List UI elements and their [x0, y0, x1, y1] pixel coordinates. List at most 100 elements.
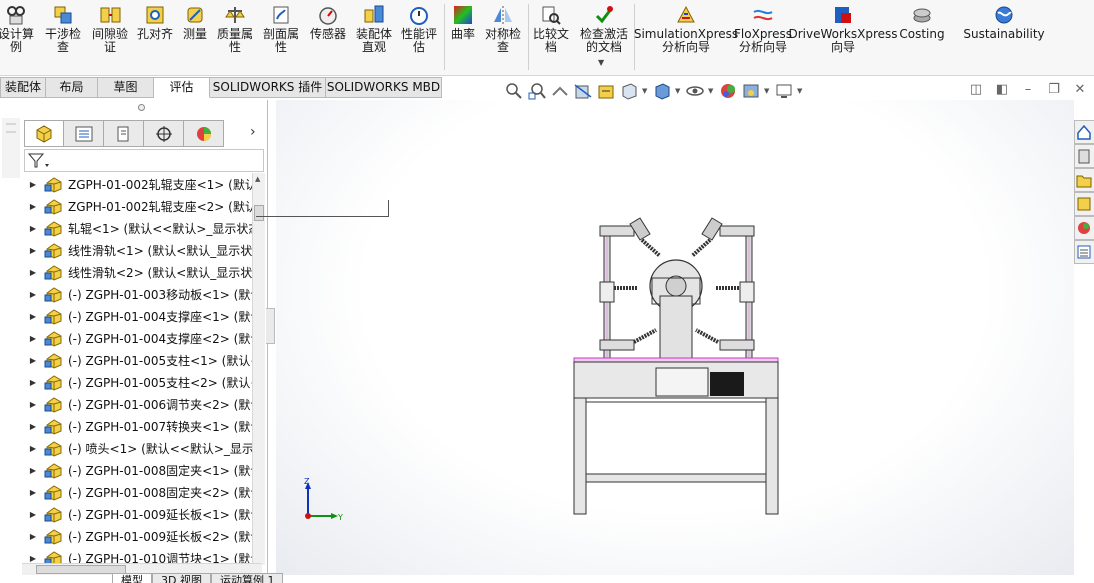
previous-pane-icon[interactable]: ◫: [968, 82, 984, 97]
curvature-button[interactable]: 曲率: [448, 4, 478, 41]
hole-alignment-button[interactable]: 孔对齐: [134, 4, 176, 41]
tree-row[interactable]: ▶ 线性滑轨<1> (默认<默认_显示状态: [24, 239, 252, 261]
featuremanager-tab[interactable]: [24, 120, 64, 147]
measure-button[interactable]: 测量: [178, 4, 212, 41]
expand-arrow-icon[interactable]: ▶: [26, 356, 40, 365]
tree-row[interactable]: ▶ (-) ZGPH-01-003移动板<1> (默认: [24, 283, 252, 305]
tree-row[interactable]: ▶ (-) ZGPH-01-009延长板<1> (默认: [24, 503, 252, 525]
tab-layout[interactable]: 布局: [46, 77, 98, 98]
propertymanager-tab[interactable]: [64, 120, 104, 147]
view-settings-icon[interactable]: [774, 81, 794, 101]
tree-row[interactable]: ▶ 轧辊<1> (默认<<默认>_显示状态: [24, 217, 252, 239]
tree-row[interactable]: ▶ (-) ZGPH-01-008固定夹<1> (默认: [24, 459, 252, 481]
floxpress-button[interactable]: FloXpress 分析向导: [734, 4, 792, 54]
edit-appearance-icon[interactable]: [718, 81, 738, 101]
filter-icon[interactable]: [27, 152, 51, 170]
custom-properties-icon[interactable]: [1074, 240, 1094, 264]
displaymanager-tab[interactable]: [184, 120, 224, 147]
dimxpertmanager-tab[interactable]: [144, 120, 184, 147]
simulationxpress-button[interactable]: SimulationXpress 分析向导: [634, 4, 738, 54]
appearances-icon[interactable]: [1074, 216, 1094, 240]
expand-arrow-icon[interactable]: ▶: [26, 444, 40, 453]
expand-arrow-icon[interactable]: ▶: [26, 290, 40, 299]
tree-row[interactable]: ▶ ZGPH-01-002轧辊支座<2> (默认: [24, 195, 252, 217]
view-palette-icon[interactable]: [1074, 192, 1094, 216]
chevron-right-icon[interactable]: ›: [250, 124, 256, 140]
expand-arrow-icon[interactable]: ▶: [26, 400, 40, 409]
previous-view-icon[interactable]: [550, 81, 570, 101]
tab-evaluate[interactable]: 评估: [154, 77, 210, 98]
expand-arrow-icon[interactable]: ▶: [26, 378, 40, 387]
next-pane-icon[interactable]: ◧: [994, 82, 1010, 97]
expand-arrow-icon[interactable]: ▶: [26, 488, 40, 497]
minimize-icon[interactable]: –: [1020, 82, 1036, 97]
expand-arrow-icon[interactable]: ▶: [26, 224, 40, 233]
expand-arrow-icon[interactable]: ▶: [26, 422, 40, 431]
expand-arrow-icon[interactable]: ▶: [26, 554, 40, 563]
check-active-doc-button[interactable]: 检查激活 的文档: [576, 4, 632, 54]
zoom-area-icon[interactable]: [527, 81, 547, 101]
tab-solidworks-addins[interactable]: SOLIDWORKS 插件: [210, 77, 326, 98]
performance-eval-button[interactable]: 性能评 估: [398, 4, 440, 54]
configurationmanager-tab[interactable]: [104, 120, 144, 147]
chevron-down-icon[interactable]: ▼: [797, 87, 804, 95]
section-view-icon[interactable]: [573, 81, 593, 101]
clearance-verify-button[interactable]: 间隙验 证: [88, 4, 132, 54]
hide-show-items-icon[interactable]: [685, 81, 705, 101]
expand-arrow-icon[interactable]: ▶: [26, 312, 40, 321]
design-library-icon[interactable]: [1074, 144, 1094, 168]
expand-arrow-icon[interactable]: ▶: [26, 532, 40, 541]
tree-row[interactable]: ▶ ZGPH-01-002轧辊支座<1> (默认: [24, 173, 252, 195]
display-style-icon[interactable]: [652, 81, 672, 101]
chevron-down-icon[interactable]: ▼: [642, 87, 649, 95]
assembly-model[interactable]: [570, 212, 782, 516]
scroll-up-icon[interactable]: ▲: [255, 175, 260, 183]
home-icon[interactable]: [1074, 120, 1094, 144]
restore-icon[interactable]: ❐: [1046, 82, 1062, 97]
tab-assembly[interactable]: 装配体: [0, 77, 46, 98]
tree-row[interactable]: ▶ (-) ZGPH-01-007转换夹<1> (默认: [24, 415, 252, 437]
sensor-button[interactable]: 传感器: [306, 4, 350, 41]
interference-check-button[interactable]: 干涉检 查: [42, 4, 84, 54]
mass-properties-button[interactable]: 质量属 性: [214, 4, 256, 54]
chevron-down-icon[interactable]: ▼: [598, 58, 604, 67]
section-properties-button[interactable]: 剖面属 性: [260, 4, 302, 54]
view-orientation-icon[interactable]: [619, 81, 639, 101]
tree-vertical-scrollbar[interactable]: ▲: [252, 173, 265, 565]
expand-arrow-icon[interactable]: ▶: [26, 510, 40, 519]
dynamic-annotation-icon[interactable]: [596, 81, 616, 101]
tree-row[interactable]: ▶ (-) ZGPH-01-005支柱<1> (默认<: [24, 349, 252, 371]
tab-motion-study[interactable]: 运动算例 1: [210, 573, 284, 583]
tree-row[interactable]: ▶ (-) ZGPH-01-005支柱<2> (默认<: [24, 371, 252, 393]
tree-row[interactable]: ▶ (-) ZGPH-01-006调节夹<2> (默认: [24, 393, 252, 415]
tree-row[interactable]: ▶ (-) ZGPH-01-008固定夹<2> (默认: [24, 481, 252, 503]
expand-arrow-icon[interactable]: ▶: [26, 202, 40, 211]
chevron-down-icon[interactable]: ▼: [708, 87, 715, 95]
panel-collapse-handle[interactable]: [266, 308, 275, 344]
zoom-to-fit-icon[interactable]: [504, 81, 524, 101]
expand-arrow-icon[interactable]: ▶: [26, 268, 40, 277]
tree-filter-bar[interactable]: [24, 149, 264, 172]
assembly-visualization-button[interactable]: 装配体 直观: [352, 4, 396, 54]
tab-model[interactable]: 模型: [112, 573, 152, 583]
file-explorer-icon[interactable]: [1074, 168, 1094, 192]
tab-solidworks-mbd[interactable]: SOLIDWORKS MBD: [326, 77, 442, 98]
tab-3d-views[interactable]: 3D 视图: [152, 573, 211, 583]
tree-row[interactable]: ▶ (-) ZGPH-01-009延长板<2> (默认: [24, 525, 252, 547]
tree-row[interactable]: ▶ (-) 喷头<1> (默认<<默认>_显示状: [24, 437, 252, 459]
expand-arrow-icon[interactable]: ▶: [26, 334, 40, 343]
expand-arrow-icon[interactable]: ▶: [26, 466, 40, 475]
tree-row[interactable]: ▶ 线性滑轨<2> (默认<默认_显示状态: [24, 261, 252, 283]
chevron-down-icon[interactable]: ▼: [764, 87, 771, 95]
sustainability-button[interactable]: Sustainability: [963, 4, 1045, 41]
compare-documents-button[interactable]: 比较文 档: [530, 4, 572, 54]
design-calc-button[interactable]: 设计算 例: [0, 4, 38, 54]
costing-button[interactable]: Costing: [898, 4, 946, 41]
expand-arrow-icon[interactable]: ▶: [26, 246, 40, 255]
tab-sketch[interactable]: 草图: [98, 77, 154, 98]
apply-scene-icon[interactable]: [741, 81, 761, 101]
chevron-down-icon[interactable]: ▼: [675, 87, 682, 95]
driveworksxpress-button[interactable]: DriveWorksXpress 向导: [788, 4, 898, 54]
tree-row[interactable]: ▶ (-) ZGPH-01-004支撑座<1> (默认: [24, 305, 252, 327]
tree-row[interactable]: ▶ (-) ZGPH-01-004支撑座<2> (默认: [24, 327, 252, 349]
